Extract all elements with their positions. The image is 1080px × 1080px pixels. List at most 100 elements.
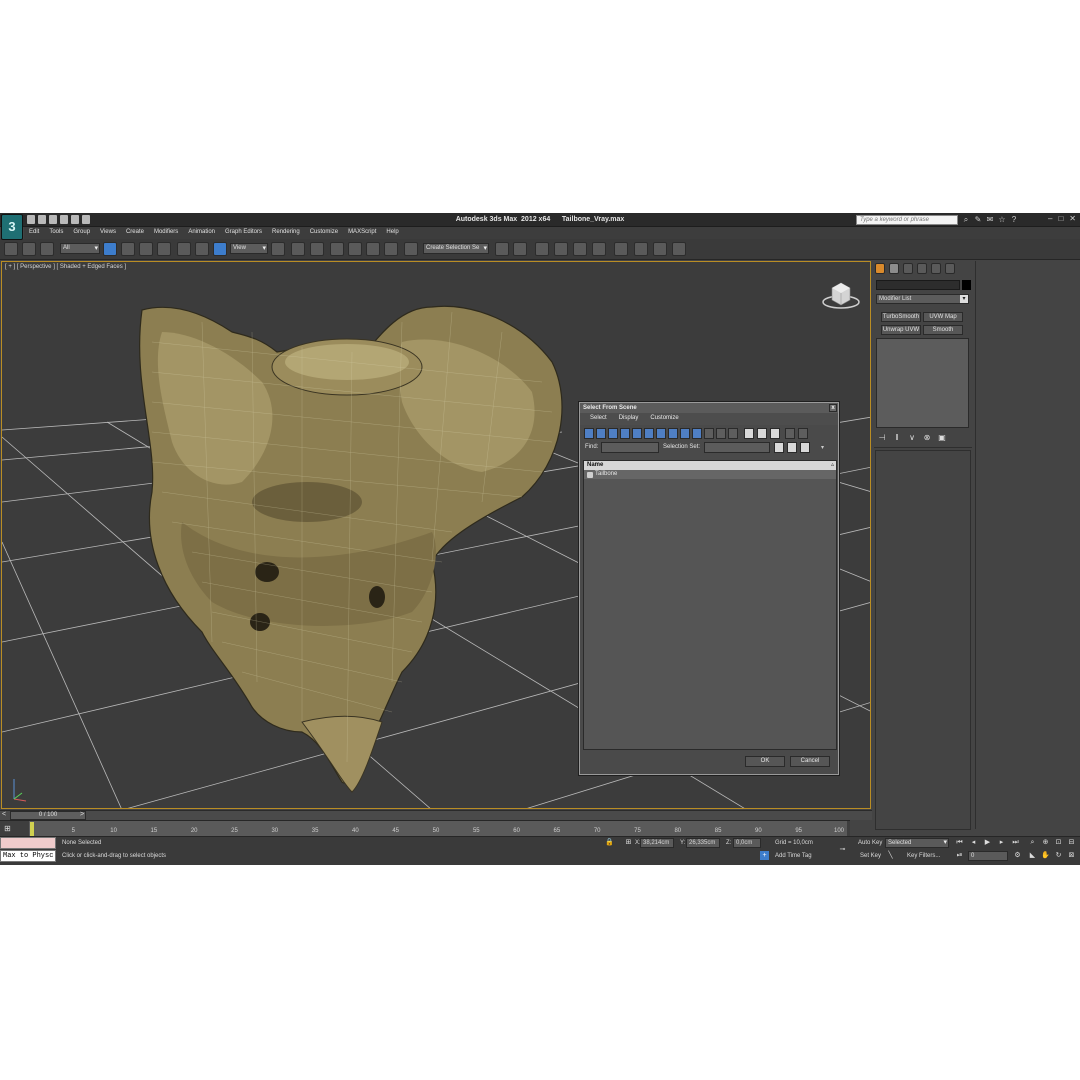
scene-object-list[interactable]: Name ▵ Tailbone (583, 460, 837, 750)
align-icon[interactable] (513, 242, 527, 256)
remove-modifier-icon[interactable]: ⊗ (923, 433, 931, 442)
display-containers-icon[interactable] (692, 428, 702, 439)
y-coordinate-field[interactable]: 26,335cm (686, 838, 720, 848)
filter-icon[interactable] (785, 428, 795, 439)
menu-group[interactable]: Group (68, 227, 95, 239)
move-icon[interactable] (177, 242, 191, 256)
reference-coordinate-dropdown[interactable]: View (230, 243, 268, 254)
column-header-name[interactable]: Name ▵ (584, 461, 836, 470)
render-setup-icon[interactable] (634, 242, 648, 256)
pivot-center-icon[interactable] (271, 242, 285, 256)
spinner-snap-icon[interactable] (384, 242, 398, 256)
menu-views[interactable]: Views (95, 227, 121, 239)
maxscript-listener-output[interactable] (0, 837, 56, 849)
minimize-icon[interactable]: – (1048, 214, 1052, 223)
utilities-tab-icon[interactable] (945, 263, 955, 274)
layer-manager-icon[interactable] (535, 242, 549, 256)
display-hidden-icon[interactable] (716, 428, 726, 439)
window-crossing-icon[interactable] (157, 242, 171, 256)
zoom-all-icon[interactable]: ⊕ (1041, 838, 1050, 847)
redo-icon[interactable] (71, 215, 79, 224)
key-icon[interactable]: ╲ (886, 851, 895, 860)
sort-icon[interactable] (798, 428, 808, 439)
search-icon[interactable]: ⌕ (962, 215, 970, 224)
modifier-stack[interactable] (876, 338, 969, 428)
add-time-tag-button[interactable]: Add Time Tag (775, 853, 812, 859)
zoom-icon[interactable]: ⌕ (1028, 838, 1037, 847)
list-item[interactable]: Tailbone (584, 470, 836, 479)
subscription-icon[interactable]: ✎ (974, 215, 982, 224)
material-editor-icon[interactable] (614, 242, 628, 256)
menu-modifiers[interactable]: Modifiers (149, 227, 183, 239)
unlink-icon[interactable] (22, 242, 36, 256)
auto-key-button[interactable]: Auto Key (858, 840, 882, 846)
pin-stack-icon[interactable]: ⊣ (878, 433, 886, 442)
key-filters-button[interactable]: Key Filters... (907, 853, 940, 859)
display-tab-icon[interactable] (931, 263, 941, 274)
select-object-icon[interactable] (103, 242, 117, 256)
edit-named-selection-icon[interactable] (404, 242, 418, 256)
maximize-viewport-icon[interactable]: ⊠ (1067, 851, 1076, 860)
next-frame-icon[interactable]: > (80, 811, 84, 818)
select-all-icon[interactable] (744, 428, 754, 439)
uvw-map-button[interactable]: UVW Map (923, 312, 963, 322)
menu-maxscript[interactable]: MAXScript (343, 227, 381, 239)
absolute-mode-icon[interactable]: ⊞ (624, 838, 633, 847)
display-helpers-icon[interactable] (632, 428, 642, 439)
menu-graph-editors[interactable]: Graph Editors (220, 227, 267, 239)
display-xrefs-icon[interactable] (668, 428, 678, 439)
undo-icon[interactable] (60, 215, 68, 224)
schematic-view-icon[interactable] (592, 242, 606, 256)
keyboard-shortcut-icon[interactable] (310, 242, 324, 256)
scale-icon[interactable] (213, 242, 227, 256)
time-slider[interactable]: 0 / 100 (10, 811, 86, 820)
graphite-ribbon-icon[interactable] (554, 242, 568, 256)
render-production-icon[interactable] (672, 242, 686, 256)
mini-curve-editor-icon[interactable]: ⊞ (4, 824, 18, 834)
make-unique-icon[interactable]: ∨ (908, 433, 916, 442)
create-tab-icon[interactable] (875, 263, 885, 274)
menu-help[interactable]: Help (381, 227, 403, 239)
dialog-menu-customize[interactable]: Customize (644, 413, 684, 425)
display-cameras-icon[interactable] (620, 428, 630, 439)
turbosmooth-button[interactable]: TurboSmooth (881, 312, 921, 322)
bind-space-warp-icon[interactable] (40, 242, 54, 256)
close-icon[interactable]: ✕ (1069, 214, 1076, 223)
modify-tab-icon[interactable] (889, 263, 899, 274)
orbit-icon[interactable]: ↻ (1054, 851, 1063, 860)
pan-view-icon[interactable]: ✋ (1041, 851, 1050, 860)
set-key-button[interactable]: Set Key (860, 853, 881, 859)
viewcube[interactable] (822, 278, 860, 310)
maxscript-mini-listener[interactable]: Max to Physc (0, 850, 56, 862)
display-groups-icon[interactable] (656, 428, 666, 439)
communication-icon[interactable]: ✉ (986, 215, 994, 224)
display-all-icon[interactable] (728, 428, 738, 439)
selection-set-edit-icon[interactable] (800, 442, 810, 453)
favorites-star-icon[interactable]: ☆ (998, 215, 1006, 224)
dialog-close-button[interactable]: x (829, 404, 837, 412)
zoom-extents-all-icon[interactable]: ⊟ (1067, 838, 1076, 847)
unwrap-uvw-button[interactable]: Unwrap UVW (881, 325, 921, 335)
snaps-toggle-icon[interactable] (330, 242, 344, 256)
named-selection-dropdown[interactable]: Create Selection Se (423, 243, 489, 254)
search-input[interactable]: Type a keyword or phrase (856, 215, 958, 225)
selection-filter-dropdown[interactable]: All (60, 243, 100, 254)
mirror-icon[interactable] (495, 242, 509, 256)
menu-edit[interactable]: Edit (24, 227, 44, 239)
hierarchy-tab-icon[interactable] (903, 263, 913, 274)
previous-key-icon[interactable]: ◂ (969, 838, 978, 847)
angle-snap-icon[interactable] (348, 242, 362, 256)
time-scrubber[interactable] (30, 822, 34, 836)
selection-set-dropdown[interactable] (704, 442, 770, 453)
display-shapes-icon[interactable] (596, 428, 606, 439)
previous-frame-icon[interactable]: < (2, 811, 6, 818)
display-lights-icon[interactable] (608, 428, 618, 439)
modifier-list-dropdown[interactable]: Modifier List ▾ (876, 294, 969, 304)
select-invert-icon[interactable] (770, 428, 780, 439)
find-input[interactable] (601, 442, 659, 453)
percent-snap-icon[interactable] (366, 242, 380, 256)
rotate-icon[interactable] (195, 242, 209, 256)
viewport-label[interactable]: [ + ] [ Perspective ] [ Shaded + Edged F… (5, 264, 126, 270)
object-name-field[interactable] (876, 280, 960, 290)
save-file-icon[interactable] (49, 215, 57, 224)
